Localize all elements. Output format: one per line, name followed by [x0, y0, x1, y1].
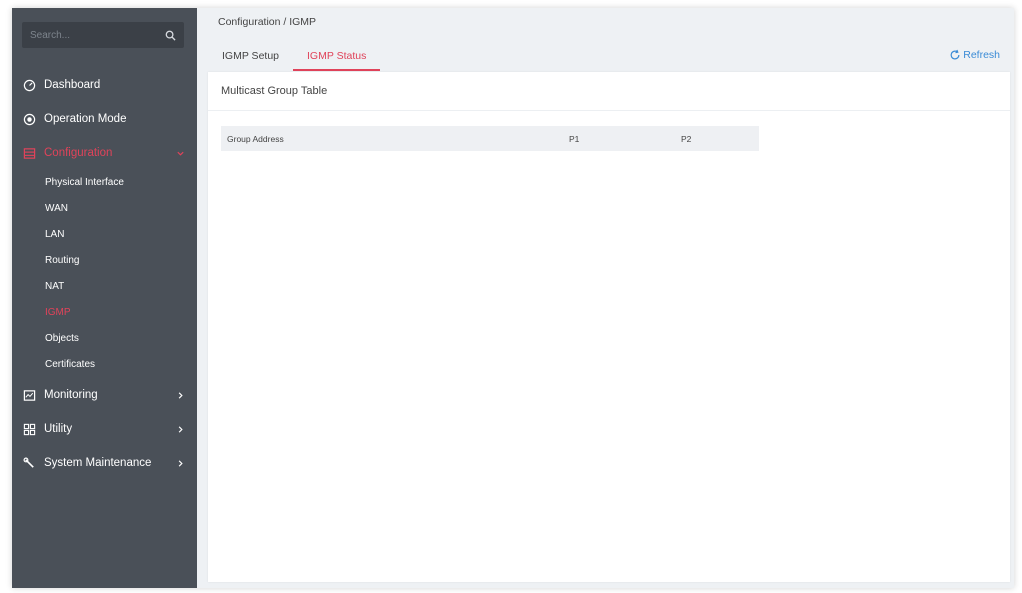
- search-box: [22, 22, 184, 48]
- sidebar-subitem-nat[interactable]: NAT: [12, 274, 197, 300]
- sidebar-item-dashboard[interactable]: Dashboard: [12, 68, 197, 102]
- chevron-down-icon: [176, 149, 185, 158]
- tab-igmp-setup[interactable]: IGMP Setup: [208, 48, 293, 71]
- sidebar-item-label: Utility: [44, 423, 73, 435]
- target-icon: [22, 112, 36, 126]
- chevron-right-icon: [176, 425, 185, 434]
- sidebar-subitem-routing[interactable]: Routing: [12, 248, 197, 274]
- sidebar-item-label: Configuration: [44, 147, 113, 159]
- sidebar-item-utility[interactable]: Utility: [12, 412, 197, 446]
- sidebar-subitem-wan[interactable]: WAN: [12, 196, 197, 222]
- speedometer-icon: [22, 78, 36, 92]
- sidebar-subitem-certificates[interactable]: Certificates: [12, 352, 197, 378]
- search-input[interactable]: [22, 28, 162, 42]
- panel-title: Multicast Group Table: [208, 72, 1010, 111]
- sidebar-subitem-lan[interactable]: LAN: [12, 222, 197, 248]
- sidebar-subitem-physical-interface[interactable]: Physical Interface: [12, 170, 197, 196]
- configuration-icon: [22, 146, 36, 160]
- search-icon[interactable]: [165, 30, 176, 41]
- sidebar-item-label: Operation Mode: [44, 113, 127, 125]
- column-header-p2: P2: [675, 126, 759, 151]
- sidebar-item-operation-mode[interactable]: Operation Mode: [12, 102, 197, 136]
- chevron-right-icon: [176, 459, 185, 468]
- refresh-button[interactable]: Refresh: [949, 49, 1000, 61]
- sidebar-item-label: System Maintenance: [44, 457, 152, 469]
- sidebar: Dashboard Operation Mode Configuration P…: [12, 8, 197, 588]
- breadcrumb: Configuration / IGMP: [218, 16, 317, 28]
- refresh-icon: [950, 49, 960, 60]
- multicast-group-table: Group Address P1 P2: [221, 126, 759, 151]
- table-header-row: Group Address P1 P2: [221, 126, 759, 151]
- column-header-group-address: Group Address: [221, 126, 563, 151]
- wrench-icon: [22, 456, 36, 470]
- content-panel: Multicast Group Table Group Address P1 P…: [208, 72, 1010, 582]
- tab-igmp-status[interactable]: IGMP Status: [293, 48, 381, 71]
- column-header-p1: P1: [563, 126, 675, 151]
- tab-bar: IGMP Setup IGMP Status: [208, 48, 381, 71]
- main-content: Configuration / IGMP IGMP Setup IGMP Sta…: [197, 8, 1014, 588]
- sidebar-item-monitoring[interactable]: Monitoring: [12, 378, 197, 412]
- chevron-right-icon: [176, 391, 185, 400]
- sidebar-subitem-igmp[interactable]: IGMP: [12, 300, 197, 326]
- sidebar-item-system-maintenance[interactable]: System Maintenance: [12, 446, 197, 480]
- grid-icon: [22, 422, 36, 436]
- app-window: Dashboard Operation Mode Configuration P…: [12, 8, 1014, 588]
- monitor-icon: [22, 388, 36, 402]
- sidebar-item-label: Monitoring: [44, 389, 98, 401]
- sidebar-item-configuration[interactable]: Configuration: [12, 136, 197, 170]
- refresh-label: Refresh: [963, 49, 1000, 61]
- sidebar-item-label: Dashboard: [44, 79, 101, 91]
- sidebar-nav: Dashboard Operation Mode Configuration P…: [12, 68, 197, 480]
- sidebar-subitem-objects[interactable]: Objects: [12, 326, 197, 352]
